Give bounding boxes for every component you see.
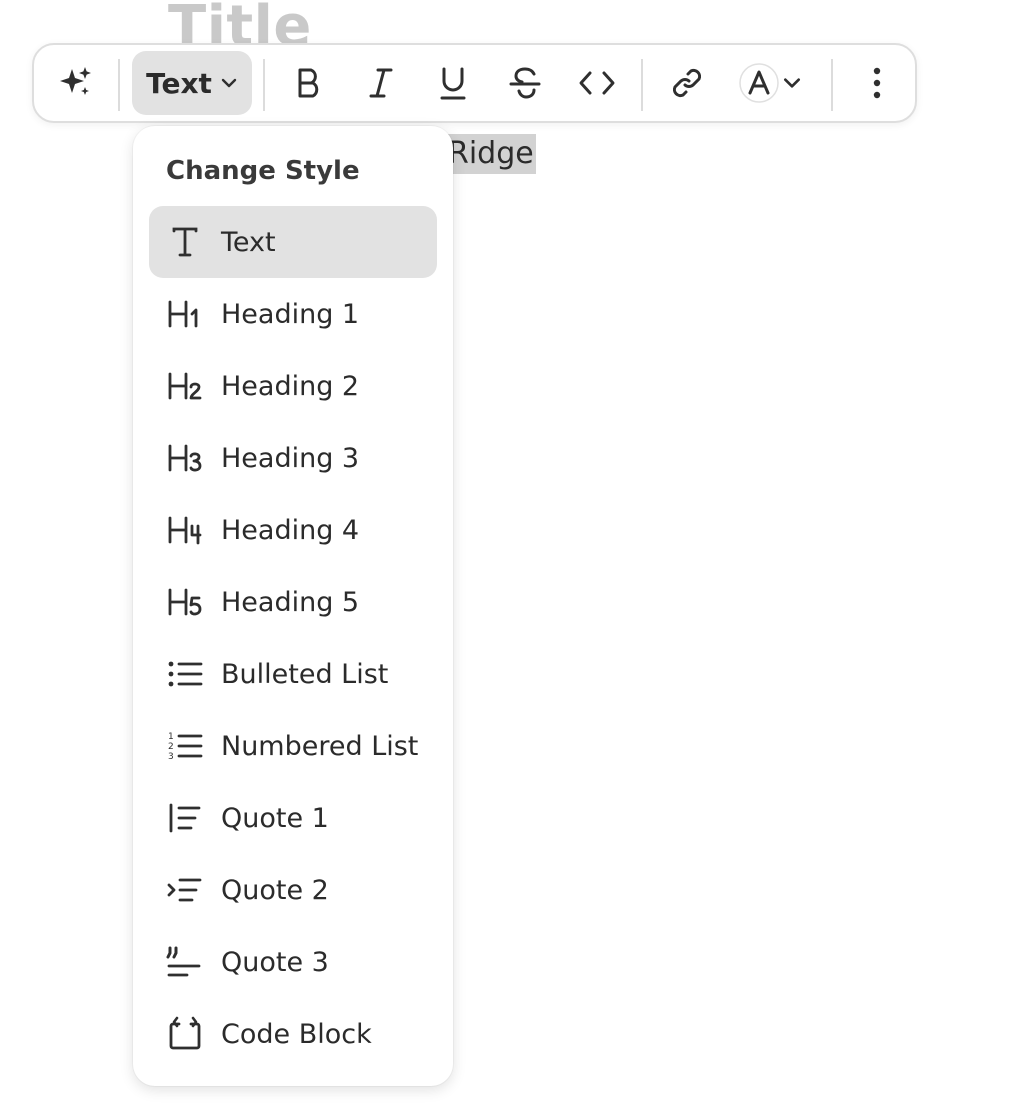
menu-item-label: Heading 1 (221, 298, 360, 330)
formatting-toolbar: Text (32, 43, 917, 123)
menu-item-code-block[interactable]: Code Block (149, 998, 437, 1070)
menu-item-heading-2[interactable]: Heading 2 (149, 350, 437, 422)
sparkle-icon[interactable] (54, 61, 98, 105)
quote-2-icon (165, 870, 205, 910)
underline-icon[interactable] (431, 61, 475, 105)
text-color-icon (739, 63, 779, 103)
toolbar-divider (118, 59, 120, 111)
heading-2-icon (165, 366, 205, 406)
svg-text:1: 1 (168, 732, 174, 742)
selected-text[interactable]: Ridge (448, 134, 536, 174)
text-style-label: Text (146, 66, 212, 100)
svg-text:2: 2 (168, 742, 174, 752)
svg-text:3: 3 (168, 752, 174, 762)
quote-3-icon (165, 942, 205, 982)
heading-4-icon (165, 510, 205, 550)
text-icon (165, 222, 205, 262)
menu-item-quote-3[interactable]: Quote 3 (149, 926, 437, 998)
menu-item-label: Quote 1 (221, 802, 329, 834)
numbered-list-icon: 1 2 3 (165, 726, 205, 766)
editor-page: Title Ridge Text Change Style Text Headi… (0, 0, 1022, 1114)
heading-3-icon (165, 438, 205, 478)
menu-item-bulleted-list[interactable]: Bulleted List (149, 638, 437, 710)
menu-item-label: Heading 3 (221, 442, 360, 474)
menu-item-heading-4[interactable]: Heading 4 (149, 494, 437, 566)
bulleted-list-icon (165, 654, 205, 694)
toolbar-divider (831, 59, 833, 111)
heading-1-icon (165, 294, 205, 334)
heading-5-icon (165, 582, 205, 622)
italic-icon[interactable] (359, 61, 403, 105)
more-vertical-icon[interactable] (855, 61, 899, 105)
menu-item-label: Text (221, 226, 276, 258)
menu-item-label: Bulleted List (221, 658, 389, 690)
menu-item-label: Code Block (221, 1018, 372, 1050)
menu-item-label: Numbered List (221, 730, 419, 762)
menu-item-label: Heading 5 (221, 586, 360, 618)
text-style-button[interactable]: Text (132, 51, 252, 115)
menu-item-heading-1[interactable]: Heading 1 (149, 278, 437, 350)
menu-header: Change Style (166, 156, 360, 186)
menu-item-quote-2[interactable]: Quote 2 (149, 854, 437, 926)
quote-1-icon (165, 798, 205, 838)
change-style-menu: Change Style Text Heading 1 Heading 2 He… (133, 126, 453, 1086)
menu-item-heading-5[interactable]: Heading 5 (149, 566, 437, 638)
link-icon[interactable] (665, 61, 709, 105)
menu-item-label: Quote 3 (221, 946, 329, 978)
menu-item-heading-3[interactable]: Heading 3 (149, 422, 437, 494)
menu-item-numbered-list[interactable]: 1 2 3 Numbered List (149, 710, 437, 782)
menu-item-label: Heading 4 (221, 514, 360, 546)
menu-item-label: Quote 2 (221, 874, 329, 906)
code-block-icon (165, 1014, 205, 1054)
strikethrough-icon[interactable] (503, 61, 547, 105)
chevron-down-icon (784, 78, 800, 88)
menu-item-label: Heading 2 (221, 370, 360, 402)
chevron-down-icon (221, 78, 237, 88)
menu-item-text[interactable]: Text (149, 206, 437, 278)
text-color-button[interactable] (738, 61, 808, 105)
code-icon[interactable] (575, 61, 619, 105)
bold-icon[interactable] (287, 61, 331, 105)
menu-item-quote-1[interactable]: Quote 1 (149, 782, 437, 854)
toolbar-divider (641, 59, 643, 111)
toolbar-divider (263, 59, 265, 111)
